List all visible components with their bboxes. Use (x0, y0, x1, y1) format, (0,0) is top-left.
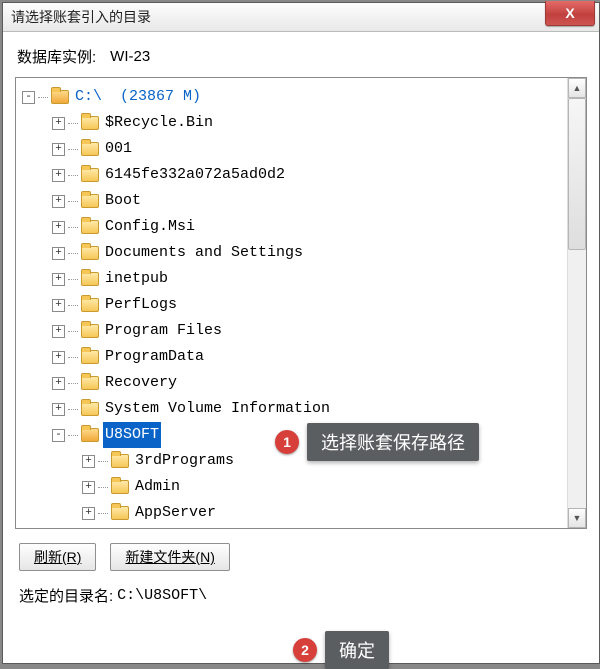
expander-icon[interactable]: + (52, 247, 65, 260)
callout-badge-2: 2 (293, 638, 317, 662)
tree-root-label: C:\ (23867 M) (73, 84, 203, 110)
tree-node[interactable]: + Admin (22, 474, 586, 500)
folder-icon (81, 246, 99, 260)
tree-node[interactable]: + Config.Msi (22, 214, 586, 240)
expander-icon[interactable]: + (52, 143, 65, 156)
tree-node[interactable]: + System Volume Information (22, 396, 586, 422)
window-title: 请选择账套引入的目录 (11, 7, 151, 27)
tree-item-label: Admin (133, 474, 182, 500)
scroll-up-icon[interactable]: ▲ (568, 78, 586, 98)
folder-icon (81, 402, 99, 416)
scroll-down-icon[interactable]: ▼ (568, 508, 586, 528)
selected-dir-row: 选定的目录名: C:\U8SOFT\ (15, 581, 587, 606)
expander-icon[interactable]: + (52, 403, 65, 416)
expander-icon[interactable]: - (22, 91, 35, 104)
new-folder-button[interactable]: 新建文件夹(N) (110, 543, 229, 571)
callout-1: 1 选择账套保存路径 (275, 423, 479, 461)
tree-node[interactable]: + Boot (22, 188, 586, 214)
tree-node[interactable]: +6145fe332a072a5ad0d2 (22, 162, 586, 188)
expander-icon[interactable]: + (82, 455, 95, 468)
folder-icon (111, 454, 129, 468)
tree-item-label: 6145fe332a072a5ad0d2 (103, 162, 287, 188)
folder-icon (81, 142, 99, 156)
expander-icon[interactable]: + (82, 481, 95, 494)
tree-node[interactable]: + Recovery (22, 370, 586, 396)
folder-icon (81, 350, 99, 364)
directory-tree[interactable]: -C:\ (23867 M)+$Recycle.Bin+001+6145fe33… (15, 77, 587, 529)
tree-item-label: $Recycle.Bin (103, 110, 215, 136)
tree-node[interactable]: + ProgramData (22, 344, 586, 370)
expander-icon[interactable]: + (52, 273, 65, 286)
folder-icon (51, 90, 69, 104)
tree-item-label: AppServerLogs (133, 526, 254, 528)
db-instance-label: 数据库实例: (17, 46, 96, 67)
expander-icon[interactable]: - (52, 429, 65, 442)
tree-item-label: 3rdPrograms (133, 448, 236, 474)
tree-node[interactable]: + inetpub (22, 266, 586, 292)
close-icon: X (565, 5, 574, 21)
expander-icon[interactable]: + (52, 351, 65, 364)
tree-item-label: Config.Msi (103, 214, 197, 240)
folder-icon (81, 428, 99, 442)
tree-node[interactable]: - C:\ (23867 M) (22, 84, 586, 110)
expander-icon[interactable]: + (52, 221, 65, 234)
dialog-window: 请选择账套引入的目录 X 数据库实例: WI-23 - C:\ (23867 M)… (2, 2, 600, 664)
db-instance-row: 数据库实例: WI-23 (15, 42, 587, 77)
expander-icon[interactable]: + (52, 195, 65, 208)
folder-icon (81, 194, 99, 208)
folder-icon (81, 376, 99, 390)
folder-icon (81, 324, 99, 338)
expander-icon[interactable]: + (52, 325, 65, 338)
folder-icon (81, 298, 99, 312)
folder-icon (81, 116, 99, 130)
tree-node[interactable]: +AppServerLogs (22, 526, 586, 528)
expander-icon[interactable]: + (52, 299, 65, 312)
folder-icon (111, 506, 129, 520)
callout-tip-2: 确定 (325, 631, 389, 669)
tree-node[interactable]: + PerfLogs (22, 292, 586, 318)
tree-node[interactable]: + Documents and Settings (22, 240, 586, 266)
folder-icon (81, 272, 99, 286)
tree-item-label: Recovery (103, 370, 179, 396)
callout-tip-1: 选择账套保存路径 (307, 423, 479, 461)
selected-dir-label: 选定的目录名: (19, 585, 113, 606)
scroll-thumb[interactable] (568, 98, 586, 250)
tree-item-label: PerfLogs (103, 292, 179, 318)
tree-item-selected: U8SOFT (103, 422, 161, 448)
callout-2: 2 确定 (293, 631, 389, 669)
expander-icon[interactable]: + (82, 507, 95, 520)
refresh-button[interactable]: 刷新(R) (19, 543, 96, 571)
expander-icon[interactable]: + (52, 377, 65, 390)
tree-item-label: inetpub (103, 266, 170, 292)
close-button[interactable]: X (545, 1, 595, 26)
folder-icon (81, 168, 99, 182)
scrollbar[interactable]: ▲ ▼ (567, 78, 586, 528)
selected-dir-value: C:\U8SOFT\ (117, 587, 207, 604)
tree-item-label: 001 (103, 136, 134, 162)
tree-item-label: Documents and Settings (103, 240, 305, 266)
tree-item-label: System Volume Information (103, 396, 332, 422)
titlebar: 请选择账套引入的目录 (3, 3, 599, 32)
tree-item-label: Program Files (103, 318, 224, 344)
folder-icon (81, 220, 99, 234)
tree-item-label: Boot (103, 188, 143, 214)
tree-node[interactable]: +001 (22, 136, 586, 162)
tree-node[interactable]: + $Recycle.Bin (22, 110, 586, 136)
tree-node[interactable]: + AppServer (22, 500, 586, 526)
db-instance-value: WI-23 (110, 48, 150, 65)
tree-item-label: ProgramData (103, 344, 206, 370)
tree-item-label: AppServer (133, 500, 218, 526)
expander-icon[interactable]: + (52, 117, 65, 130)
tree-node[interactable]: + Program Files (22, 318, 586, 344)
expander-icon[interactable]: + (52, 169, 65, 182)
folder-icon (111, 480, 129, 494)
callout-badge-1: 1 (275, 430, 299, 454)
